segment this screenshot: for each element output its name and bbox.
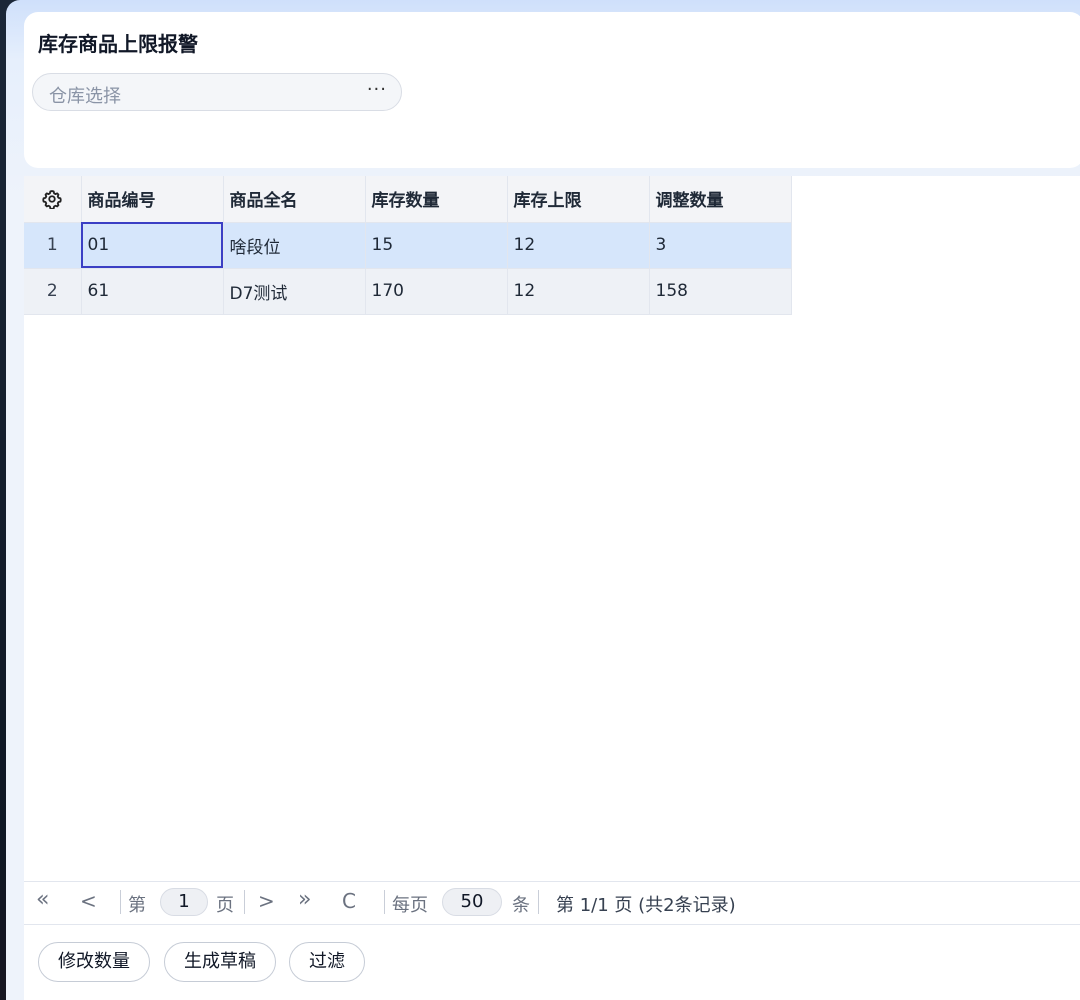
cell-stock[interactable]: 170 [365, 268, 508, 315]
app-window: 库存商品上限报警 仓库选择 ··· 商品编号 商品全名 库存数量 库存上限 调整… [6, 0, 1080, 1000]
row-number: 1 [24, 222, 82, 269]
pagination-bar: « < 第 1 页 > » C 每页 50 条 第 1/1 页 (共2条记录) [24, 881, 1080, 925]
gear-icon [42, 189, 62, 210]
data-grid-area: 商品编号 商品全名 库存数量 库存上限 调整数量 1 01 啥段位 15 12 … [24, 176, 1080, 1000]
column-header-code[interactable]: 商品编号 [81, 176, 224, 223]
first-page-icon[interactable]: « [36, 887, 49, 912]
warehouse-select-placeholder: 仓库选择 [49, 86, 121, 107]
divider [538, 890, 539, 914]
page-title: 库存商品上限报警 [38, 32, 198, 56]
cell-code[interactable]: 61 [81, 268, 224, 315]
page-prefix-label: 第 [128, 895, 146, 916]
cell-stock[interactable]: 15 [365, 222, 508, 269]
per-page-select[interactable]: 50 [442, 888, 502, 916]
generate-draft-button[interactable]: 生成草稿 [164, 942, 276, 982]
filter-button[interactable]: 过滤 [289, 942, 365, 982]
cell-code[interactable]: 01 [81, 222, 224, 269]
cell-limit[interactable]: 12 [507, 222, 650, 269]
page-number-input[interactable]: 1 [160, 888, 208, 916]
per-page-suffix-label: 条 [512, 895, 530, 916]
next-page-icon[interactable]: > [258, 889, 275, 913]
page-summary: 第 1/1 页 (共2条记录) [556, 895, 736, 916]
grid-header-row: 商品编号 商品全名 库存数量 库存上限 调整数量 [24, 176, 792, 223]
column-header-stock[interactable]: 库存数量 [365, 176, 508, 223]
refresh-icon[interactable]: C [342, 889, 356, 913]
table-row[interactable]: 2 61 D7测试 170 12 158 [24, 268, 792, 315]
column-settings-button[interactable] [24, 176, 82, 223]
per-page-prefix-label: 每页 [392, 895, 428, 916]
divider [244, 890, 245, 914]
modify-quantity-button[interactable]: 修改数量 [38, 942, 150, 982]
column-header-limit[interactable]: 库存上限 [507, 176, 650, 223]
column-header-name[interactable]: 商品全名 [223, 176, 366, 223]
divider [384, 890, 385, 914]
cell-adjust[interactable]: 158 [649, 268, 792, 315]
column-header-adjust[interactable]: 调整数量 [649, 176, 792, 223]
cell-name[interactable]: D7测试 [223, 268, 366, 315]
divider [120, 890, 121, 914]
page-suffix-label: 页 [216, 895, 234, 916]
prev-page-icon[interactable]: < [80, 889, 97, 913]
row-number: 2 [24, 268, 82, 315]
cell-limit[interactable]: 12 [507, 268, 650, 315]
cell-adjust[interactable]: 3 [649, 222, 792, 269]
data-grid: 商品编号 商品全名 库存数量 库存上限 调整数量 1 01 啥段位 15 12 … [24, 176, 792, 315]
table-row[interactable]: 1 01 啥段位 15 12 3 [24, 222, 792, 269]
more-icon[interactable]: ··· [367, 79, 387, 100]
last-page-icon[interactable]: » [298, 887, 311, 912]
filter-panel: 库存商品上限报警 仓库选择 ··· [24, 12, 1080, 168]
warehouse-select[interactable]: 仓库选择 ··· [32, 73, 402, 111]
cell-name[interactable]: 啥段位 [223, 222, 366, 269]
